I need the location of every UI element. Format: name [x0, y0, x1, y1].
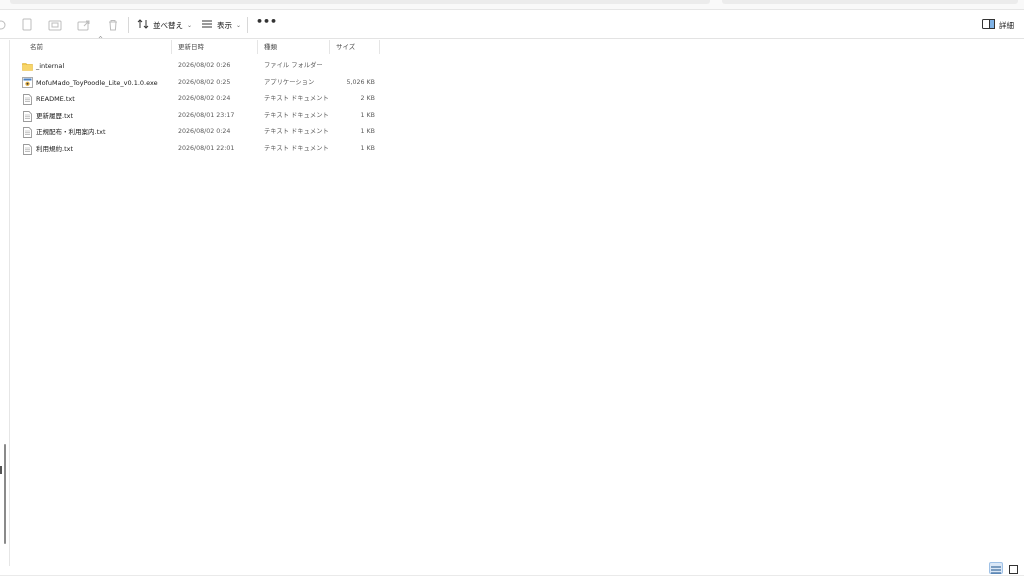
- search-bar[interactable]: [722, 0, 1018, 4]
- text-file-icon: [22, 143, 33, 155]
- text-file-icon: [22, 94, 33, 105]
- file-row[interactable]: MofuMado_ToyPoodle_Lite_v0.1.0.exe 2026/…: [18, 75, 380, 92]
- file-date: 2026/08/01 23:17: [178, 111, 235, 119]
- file-row[interactable]: README.txt 2026/08/02 0:24 テキスト ドキュメント 2…: [18, 91, 380, 108]
- column-header-row: ^ 名前 更新日時 種類 サイズ: [18, 36, 380, 54]
- application-icon: [22, 77, 33, 89]
- file-size: [332, 58, 375, 75]
- text-file-icon: [22, 110, 33, 122]
- large-icons-view-button[interactable]: [1006, 562, 1020, 574]
- file-name: 正規配布・利用案内.txt: [36, 128, 106, 137]
- file-name: _internal: [36, 62, 65, 70]
- file-list: ^ 名前 更新日時 種類 サイズ _internal 2026/08/02 0:…: [18, 36, 380, 158]
- file-row[interactable]: 正規配布・利用案内.txt 2026/08/02 0:24 テキスト ドキュメン…: [18, 124, 380, 141]
- file-type: ファイル フォルダー: [264, 62, 323, 69]
- sort-icon: [137, 18, 149, 32]
- file-name-cell: 正規配布・利用案内.txt: [22, 124, 106, 141]
- file-size: 5,026 KB: [346, 78, 375, 86]
- share-icon[interactable]: [77, 17, 91, 33]
- chevron-down-icon: ⌄: [187, 21, 193, 29]
- scrollbar-marker: [0, 466, 2, 474]
- view-toggle-group: [989, 562, 1020, 574]
- file-date: 2026/08/02 0:26: [178, 62, 231, 69]
- file-type: テキスト ドキュメント: [264, 111, 329, 119]
- paste-icon[interactable]: [48, 17, 62, 33]
- file-name: 更新履歴.txt: [36, 111, 74, 120]
- command-bar: 並べ替え ⌄ 表示 ⌄ ••• 詳細: [0, 11, 1024, 39]
- file-date: 2026/08/01 22:01: [178, 144, 235, 152]
- file-name-cell: _internal: [22, 58, 64, 75]
- chevron-down-icon: ⌄: [236, 21, 242, 29]
- address-bar-remnant: [0, 0, 1024, 10]
- details-label: 詳細: [999, 20, 1014, 30]
- file-date: 2026/08/02 0:24: [178, 95, 231, 103]
- details-pane-icon: [982, 19, 995, 31]
- cut-icon[interactable]: [0, 17, 8, 33]
- file-name-cell: 利用規約.txt: [22, 141, 73, 158]
- column-header-size[interactable]: サイズ: [330, 40, 380, 54]
- file-name-cell: MofuMado_ToyPoodle_Lite_v0.1.0.exe: [22, 75, 158, 92]
- separator: [128, 17, 129, 33]
- navigation-pane: [0, 40, 10, 566]
- view-button[interactable]: 表示 ⌄: [201, 15, 241, 35]
- file-size: 1 KB: [360, 111, 375, 119]
- column-header-name[interactable]: 名前: [24, 40, 172, 54]
- file-size: 1 KB: [360, 144, 375, 152]
- column-header-type[interactable]: 種類: [258, 40, 330, 54]
- folder-icon: [22, 61, 33, 72]
- file-size: 2 KB: [360, 95, 375, 103]
- file-row[interactable]: 利用規約.txt 2026/08/01 22:01 テキスト ドキュメント 1 …: [18, 141, 380, 158]
- file-type: テキスト ドキュメント: [264, 144, 329, 152]
- file-size: 1 KB: [360, 128, 375, 136]
- file-type: テキスト ドキュメント: [264, 95, 329, 103]
- file-date: 2026/08/02 0:24: [178, 128, 231, 136]
- copy-icon[interactable]: [20, 17, 34, 33]
- separator: [247, 17, 248, 33]
- file-name: README.txt: [36, 95, 75, 104]
- more-options-button[interactable]: •••: [256, 15, 277, 35]
- file-name: MofuMado_ToyPoodle_Lite_v0.1.0.exe: [36, 78, 158, 87]
- view-icon: [201, 19, 213, 31]
- sort-button[interactable]: 並べ替え ⌄: [137, 15, 192, 35]
- view-label: 表示: [217, 20, 232, 30]
- file-type: テキスト ドキュメント: [264, 128, 329, 136]
- details-pane-button[interactable]: 詳細: [982, 15, 1014, 35]
- address-bar[interactable]: [10, 0, 710, 4]
- column-header-date[interactable]: 更新日時: [172, 40, 258, 54]
- file-name: 利用規約.txt: [36, 144, 74, 153]
- details-view-icon: [991, 559, 1001, 576]
- details-view-button[interactable]: [989, 562, 1003, 574]
- text-file-icon: [22, 127, 33, 139]
- file-row[interactable]: 更新履歴.txt 2026/08/01 23:17 テキスト ドキュメント 1 …: [18, 108, 380, 125]
- delete-icon[interactable]: [106, 17, 120, 33]
- large-icons-view-icon: [1008, 559, 1018, 576]
- file-date: 2026/08/02 0:25: [178, 78, 231, 86]
- file-name-cell: 更新履歴.txt: [22, 108, 73, 125]
- sort-label: 並べ替え: [153, 20, 183, 30]
- file-name-cell: README.txt: [22, 91, 75, 108]
- file-row[interactable]: _internal 2026/08/02 0:26 ファイル フォルダー: [18, 58, 380, 75]
- scrollbar-thumb[interactable]: [4, 444, 6, 544]
- file-type: アプリケーション: [264, 78, 315, 86]
